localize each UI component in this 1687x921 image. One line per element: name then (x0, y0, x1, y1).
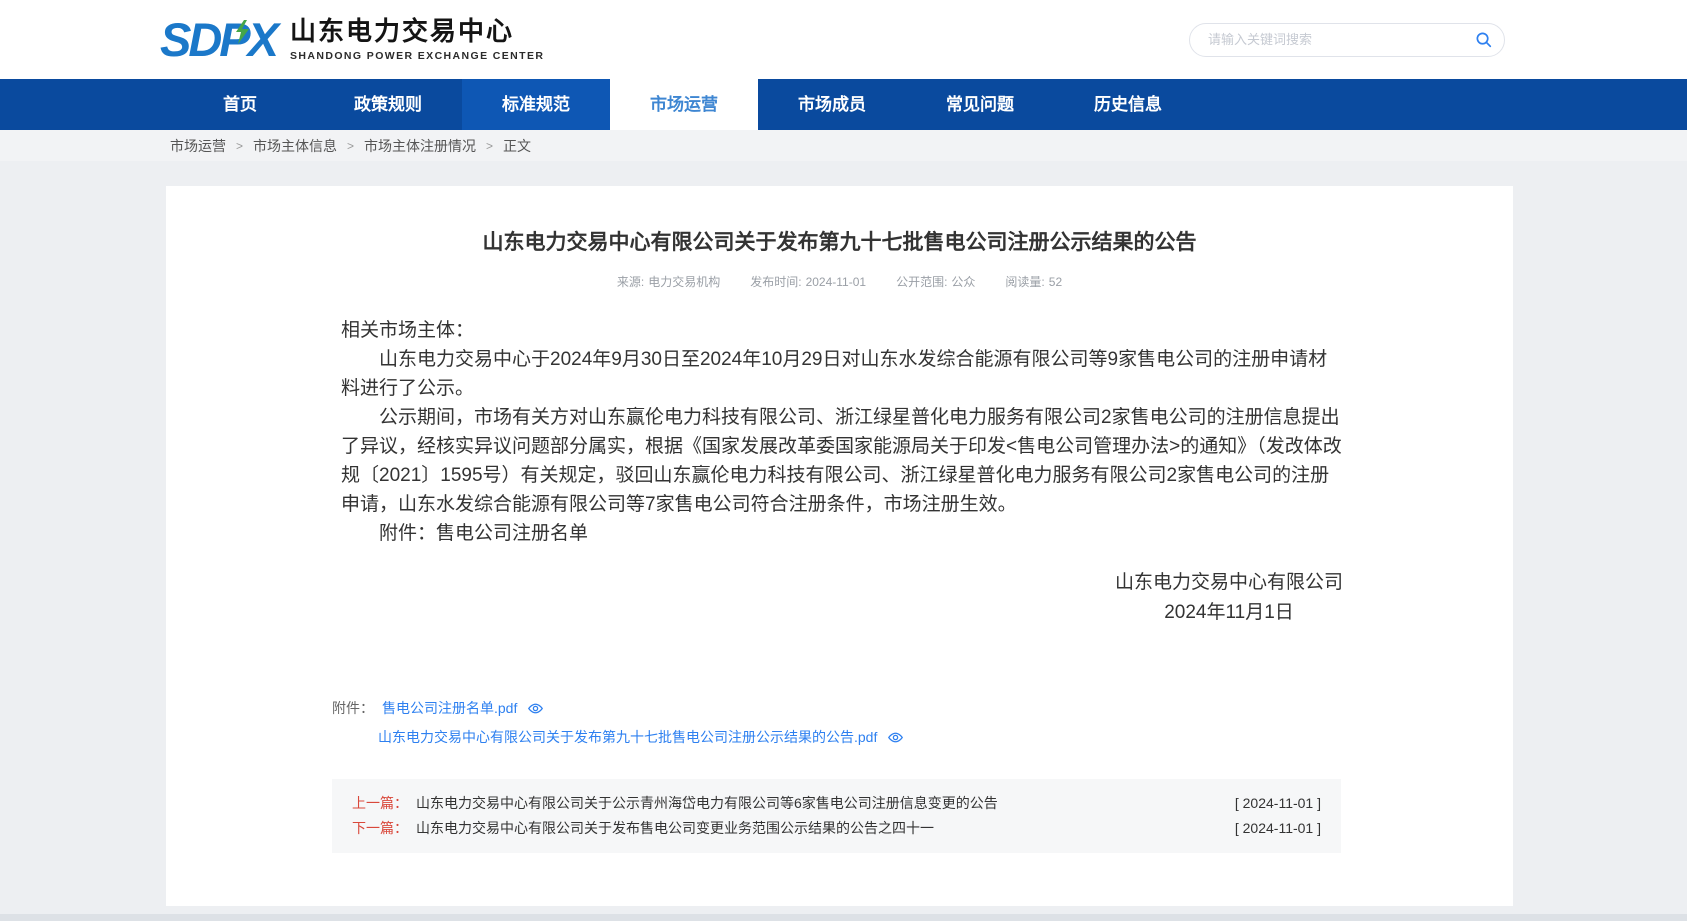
logo-letter-p: P (219, 16, 247, 63)
logo-mark: SD P X (160, 16, 276, 63)
signature-company: 山东电力交易中心有限公司 (1115, 568, 1343, 598)
attachment-row: 山东电力交易中心有限公司关于发布第九十七批售电公司注册公示结果的公告.pdf (378, 727, 1513, 747)
main-nav: 首页 政策规则 标准规范 市场运营 市场成员 常见问题 历史信息 (0, 79, 1687, 130)
nav-item-market-operation[interactable]: 市场运营 (610, 79, 758, 130)
nav-item-history[interactable]: 历史信息 (1054, 79, 1202, 130)
breadcrumb-item-current: 正文 (503, 136, 531, 156)
preview-eye-icon[interactable] (527, 702, 544, 715)
nav-item-faq[interactable]: 常见问题 (906, 79, 1054, 130)
search-icon[interactable] (1475, 31, 1492, 48)
attachments-section: 附件： 售电公司注册名单.pdf 山东电力交易中心有限公司关于发布第九十七批售电… (332, 698, 1513, 747)
pager-next-link[interactable]: 山东电力交易中心有限公司关于发布售电公司变更业务范围公示结果的公告之四十一 (416, 816, 1235, 841)
breadcrumb-separator: > (486, 139, 493, 153)
logo-letter-x: X (248, 16, 276, 63)
meta-scope: 公开范围:公众 (896, 273, 975, 290)
breadcrumb: 市场运营 > 市场主体信息 > 市场主体注册情况 > 正文 (0, 130, 1687, 161)
paragraph: 相关市场主体： (341, 316, 1343, 345)
site-title-cn: 山东电力交易中心 (290, 17, 544, 47)
search-input[interactable] (1208, 32, 1475, 47)
breadcrumb-item-subject-info[interactable]: 市场主体信息 (253, 136, 337, 156)
breadcrumb-item-registration-status[interactable]: 市场主体注册情况 (364, 136, 476, 156)
breadcrumb-separator: > (347, 139, 354, 153)
paragraph: 山东电力交易中心于2024年9月30日至2024年10月29日对山东水发综合能源… (341, 345, 1343, 403)
nav-item-market-members[interactable]: 市场成员 (758, 79, 906, 130)
site-title-en: SHANDONG POWER EXCHANGE CENTER (290, 50, 544, 62)
pager-prev-row: 上一篇： 山东电力交易中心有限公司关于公示青州海岱电力有限公司等6家售电公司注册… (352, 791, 1321, 816)
footer-strip (0, 914, 1687, 921)
main-nav-inner: 首页 政策规则 标准规范 市场运营 市场成员 常见问题 历史信息 (166, 79, 1202, 130)
site-header: SD P X 山东电力交易中心 SHANDONG POWER EXCHANGE … (0, 0, 1687, 79)
article-title: 山东电力交易中心有限公司关于发布第九十七批售电公司注册公示结果的公告 (166, 186, 1513, 256)
attachments-label: 附件： (332, 698, 374, 718)
pager-next-date: [ 2024-11-01 ] (1235, 816, 1321, 841)
preview-eye-icon[interactable] (887, 731, 904, 744)
breadcrumb-separator: > (236, 139, 243, 153)
article-card: 山东电力交易中心有限公司关于发布第九十七批售电公司注册公示结果的公告 来源:电力… (166, 186, 1513, 906)
article-body: 相关市场主体： 山东电力交易中心于2024年9月30日至2024年10月29日对… (341, 316, 1343, 548)
nav-item-standards[interactable]: 标准规范 (462, 79, 610, 130)
prev-next-pager: 上一篇： 山东电力交易中心有限公司关于公示青州海岱电力有限公司等6家售电公司注册… (332, 779, 1341, 853)
pager-prev-date: [ 2024-11-01 ] (1235, 791, 1321, 816)
meta-view-count: 阅读量:52 (1005, 273, 1062, 290)
pager-prev-label: 上一篇： (352, 791, 408, 816)
site-logo[interactable]: SD P X 山东电力交易中心 SHANDONG POWER EXCHANGE … (160, 16, 544, 63)
logo-letters-sd: SD (160, 16, 219, 63)
meta-source: 来源:电力交易机构 (617, 273, 720, 290)
nav-item-policy[interactable]: 政策规则 (314, 79, 462, 130)
pager-prev-link[interactable]: 山东电力交易中心有限公司关于公示青州海岱电力有限公司等6家售电公司注册信息变更的… (416, 791, 1235, 816)
pager-next-label: 下一篇： (352, 816, 408, 841)
article-meta: 来源:电力交易机构 发布时间:2024-11-01 公开范围:公众 阅读量:52 (166, 273, 1513, 290)
signature-date: 2024年11月1日 (1115, 598, 1343, 628)
pager-next-row: 下一篇： 山东电力交易中心有限公司关于发布售电公司变更业务范围公示结果的公告之四… (352, 816, 1321, 841)
paragraph: 公示期间，市场有关方对山东赢伦电力科技有限公司、浙江绿星普化电力服务有限公司2家… (341, 403, 1343, 519)
attachment-link-announcement-pdf[interactable]: 山东电力交易中心有限公司关于发布第九十七批售电公司注册公示结果的公告.pdf (378, 727, 877, 747)
signature-block: 山东电力交易中心有限公司 2024年11月1日 (341, 568, 1343, 628)
search-box[interactable] (1189, 23, 1505, 57)
paragraph: 附件：售电公司注册名单 (341, 519, 1343, 548)
attachment-link-registration-list[interactable]: 售电公司注册名单.pdf (382, 698, 517, 718)
attachment-row: 附件： 售电公司注册名单.pdf (332, 698, 1513, 718)
logo-text: 山东电力交易中心 SHANDONG POWER EXCHANGE CENTER (290, 17, 544, 62)
lightning-icon (234, 20, 250, 46)
breadcrumb-item-market-operation[interactable]: 市场运营 (170, 136, 226, 156)
nav-item-home[interactable]: 首页 (166, 79, 314, 130)
meta-publish-time: 发布时间:2024-11-01 (750, 273, 866, 290)
